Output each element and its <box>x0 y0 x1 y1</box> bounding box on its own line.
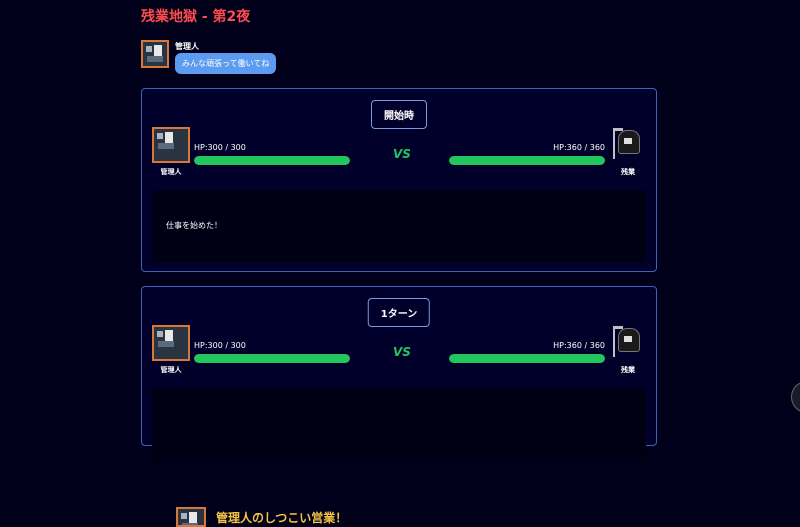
fighter-name: 管理人 <box>160 168 182 176</box>
fighter-right: 残業 <box>608 325 648 375</box>
page-title: 残業地獄 - 第2夜 <box>141 9 251 25</box>
fighter-right: 残業 <box>608 127 648 177</box>
fighter-name: 残業 <box>621 168 635 176</box>
battle-panel-start: 開始時 管理人 HP:300 / 300 VS HP:360 / 360 残業 … <box>141 88 657 272</box>
admin-avatar-icon <box>176 507 206 527</box>
vs-label: VS <box>393 147 411 161</box>
log-text: 仕事を始めた！ <box>166 221 222 230</box>
turn-badge: 1ターン <box>367 298 431 327</box>
hp-bar-fill <box>449 354 605 363</box>
fighter-left: 管理人 <box>151 325 191 375</box>
hp-label: HP:300 / 300 <box>194 341 246 350</box>
attack-text: 管理人のしつこい営業！ <box>216 511 348 525</box>
hp-bar-fill <box>194 354 350 363</box>
admin-avatar-icon <box>152 127 190 163</box>
scroll-top-button[interactable] <box>791 381 800 413</box>
hp-bar-fill <box>449 156 605 165</box>
hp-label: HP:300 / 300 <box>194 143 246 152</box>
battle-log: 仕事を始めた！ <box>152 190 646 262</box>
admin-avatar-icon <box>152 325 190 361</box>
fighter-name: 管理人 <box>160 366 182 374</box>
hp-bar <box>194 156 350 165</box>
fighter-name: 残業 <box>621 366 635 374</box>
hp-bar <box>449 354 605 363</box>
hp-bar <box>449 156 605 165</box>
battle-log: 管理人のしつこい営業！ <box>152 388 646 527</box>
hp-bar <box>194 354 350 363</box>
reaper-icon <box>609 325 647 361</box>
reaper-icon <box>609 127 647 163</box>
battle-panel-turn-1: 1ターン 管理人 HP:300 / 300 VS HP:360 / 360 残業… <box>141 286 657 527</box>
fighter-left: 管理人 <box>151 127 191 177</box>
hp-bar-fill <box>194 156 350 165</box>
admin-avatar-icon <box>141 40 169 68</box>
speech-bubble: みんな頑張って働いてね <box>175 53 277 74</box>
speaker-name: 管理人 <box>175 42 199 51</box>
hp-label: HP:360 / 360 <box>553 341 605 350</box>
vs-label: VS <box>393 345 411 359</box>
turn-badge: 開始時 <box>371 100 427 129</box>
hp-label: HP:360 / 360 <box>553 143 605 152</box>
